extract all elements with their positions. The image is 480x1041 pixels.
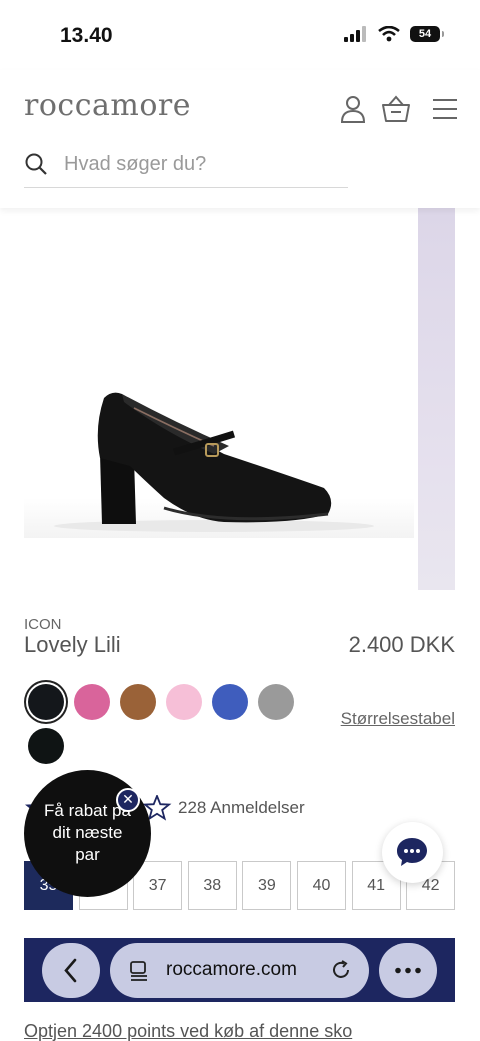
shoe-image — [24, 392, 414, 538]
battery-icon: 54 — [410, 26, 444, 42]
status-bar: 13.40 54 — [0, 0, 480, 70]
color-swatch[interactable] — [28, 728, 64, 764]
promo-line-3: par — [75, 845, 100, 864]
color-swatch[interactable] — [74, 684, 110, 720]
site-header: roccamore — [0, 70, 480, 208]
basket-icon[interactable] — [381, 94, 411, 124]
product-brand: ICON — [24, 616, 62, 633]
reviews-count[interactable]: 228 Anmeldelser — [178, 798, 305, 818]
product-image[interactable] — [24, 208, 414, 590]
signal-icon — [344, 26, 366, 42]
search-icon[interactable] — [24, 152, 48, 176]
product-name: Lovely Lili — [24, 632, 121, 657]
size-option-40[interactable]: 40 — [297, 861, 346, 910]
site-logo[interactable]: roccamore — [24, 88, 191, 123]
status-icons: 54 — [344, 26, 444, 42]
more-icon — [395, 967, 421, 974]
browser-address-bar[interactable]: roccamore.com — [110, 943, 369, 998]
color-swatch[interactable] — [166, 684, 202, 720]
color-swatch[interactable] — [120, 684, 156, 720]
size-option-39[interactable]: 39 — [242, 861, 292, 910]
promo-line-2: dit næste — [52, 823, 123, 842]
search-input[interactable] — [64, 150, 344, 178]
browser-more-button[interactable] — [379, 943, 437, 998]
color-swatch[interactable] — [212, 684, 248, 720]
close-icon[interactable]: ✕ — [116, 788, 140, 812]
browser-url: roccamore.com — [166, 959, 297, 980]
size-option-38[interactable]: 38 — [187, 861, 237, 910]
chevron-left-icon — [64, 958, 77, 983]
status-time: 13.40 — [60, 24, 113, 47]
loyalty-points-link[interactable]: Optjen 2400 points ved køb af denne sko — [24, 1021, 352, 1041]
wifi-icon — [378, 26, 400, 42]
browser-back-button[interactable] — [42, 943, 100, 998]
product-price: 2.400 DKK — [348, 632, 455, 657]
next-image-peek[interactable] — [418, 208, 455, 590]
reader-icon[interactable] — [128, 960, 150, 982]
search-bar — [24, 148, 348, 188]
chat-button[interactable] — [382, 822, 443, 883]
color-swatch[interactable] — [258, 684, 294, 720]
chat-bubble-icon — [397, 838, 427, 866]
menu-icon[interactable] — [430, 94, 460, 124]
color-swatch[interactable] — [28, 684, 64, 720]
account-icon[interactable] — [338, 94, 368, 124]
size-guide-link[interactable]: Størrelsestabel — [341, 709, 455, 729]
reload-icon[interactable] — [330, 959, 352, 981]
